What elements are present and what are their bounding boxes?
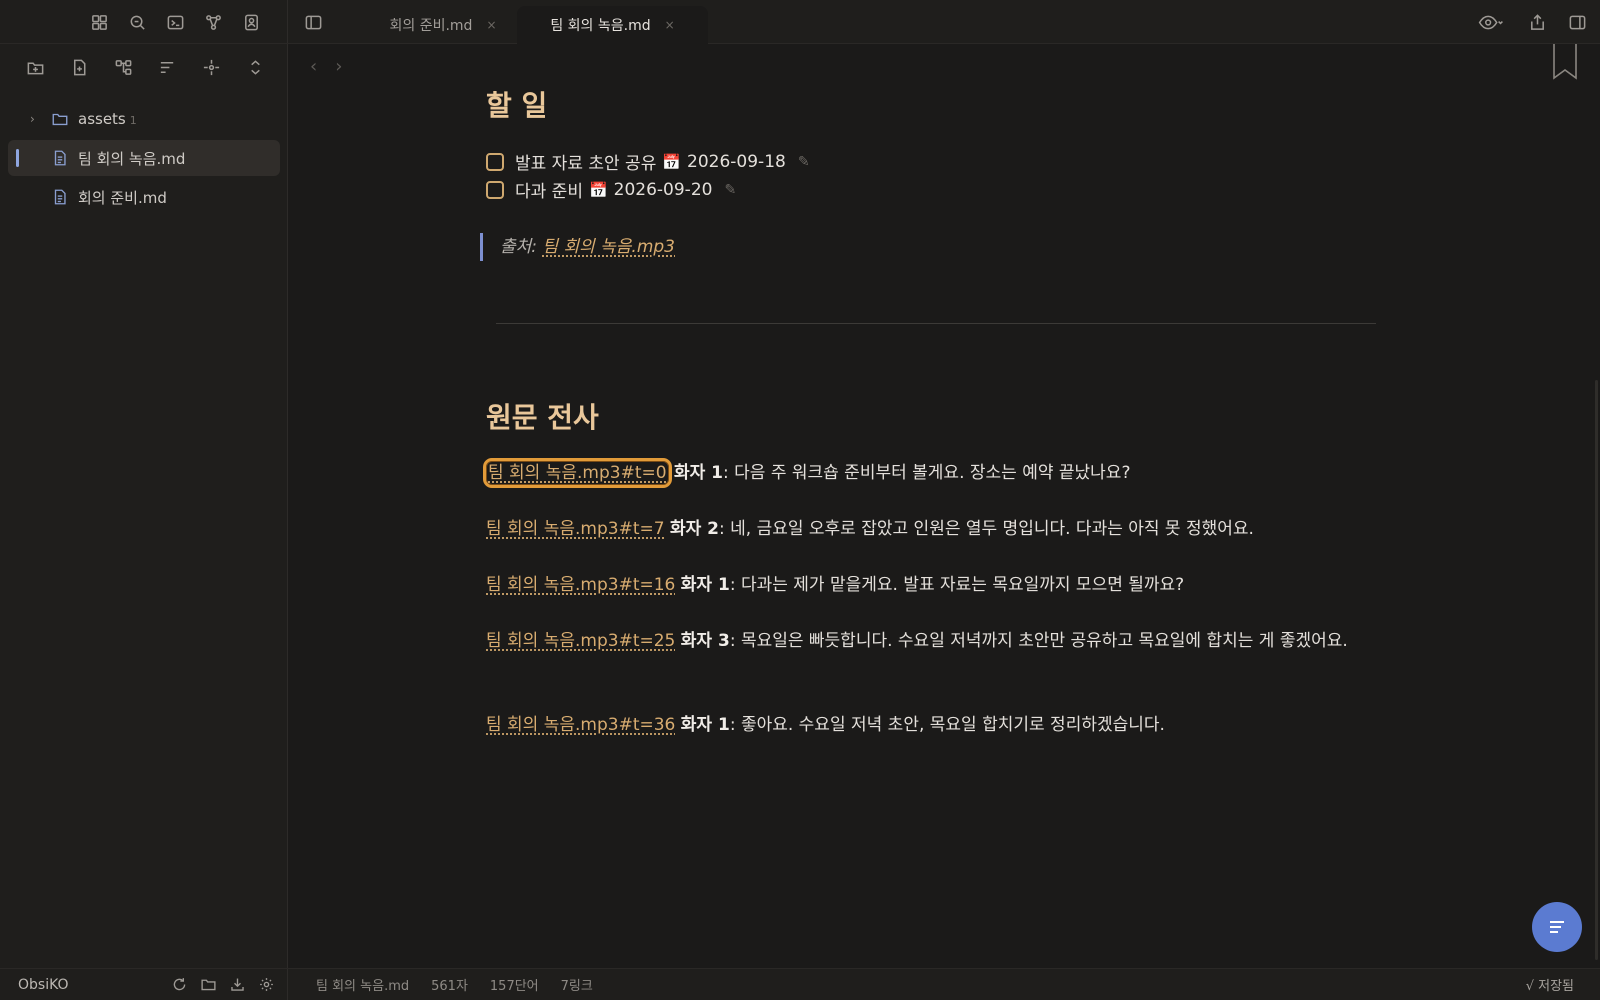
task-date: 2026-09-20 <box>613 179 713 200</box>
tab-label: 팀 회의 녹음.md <box>550 18 651 34</box>
speaker-label: 화자 3 <box>680 631 730 651</box>
source-blockquote: 출처: 팀 회의 녹음.mp3 <box>480 233 675 261</box>
refresh-icon[interactable] <box>169 975 189 995</box>
edit-icon[interactable]: ✎ <box>798 154 810 170</box>
task-date: 2026-09-18 <box>687 151 786 172</box>
tree-item-label: 팀 회의 녹음.md <box>78 149 186 168</box>
utterance-text: : 목요일은 빠듯합니다. 수요일 저녁까지 초안만 공유하고 목요일에 합치는… <box>729 631 1348 651</box>
back-arrow-icon[interactable]: ‹ <box>310 56 317 77</box>
editor-pane: 회의 준비.md × 팀 회의 녹음.md × ‹ › 할 일 발표 자료 초안… <box>288 0 1600 1000</box>
status-word-count: 157단어 <box>489 979 539 994</box>
task-checkbox[interactable] <box>486 180 504 199</box>
right-sidebar-toggle-icon[interactable] <box>1566 11 1588 33</box>
tree-item-meeting-recording[interactable]: 팀 회의 녹음.md <box>8 140 280 176</box>
timestamp-link[interactable]: 팀 회의 녹음.mp3#t=0 <box>483 458 672 488</box>
sidebar-footer: ObsiKO <box>0 968 288 1000</box>
tab-meeting-prep[interactable]: 회의 준비.md × <box>358 6 528 44</box>
utterance-text: : 네, 금요일 오후로 잡았고 인원은 열두 명입니다. 다과는 아직 못 정… <box>719 519 1254 539</box>
collapse-icon[interactable] <box>244 56 266 78</box>
status-char-count: 561자 <box>431 979 468 994</box>
scrollbar[interactable] <box>1595 380 1598 960</box>
share-icon[interactable] <box>1526 11 1548 33</box>
search-icon[interactable] <box>126 11 148 33</box>
download-icon[interactable] <box>227 975 247 995</box>
tree-icon[interactable] <box>112 56 134 78</box>
transcript-line: 팀 회의 녹음.mp3#t=25 화자 3: 목요일은 빠듯합니다. 수요일 저… <box>486 627 1386 655</box>
bookmark-icon[interactable] <box>1552 44 1578 84</box>
sidebar-toggle-icon[interactable] <box>302 11 324 33</box>
utterance-text: : 좋아요. 수요일 저녁 초안, 목요일 합치기로 정리하겠습니다. <box>729 715 1165 735</box>
calendar-icon: 📅 <box>588 180 608 199</box>
terminal-icon[interactable] <box>164 11 186 33</box>
utterance-text: : 다과는 제가 맡을게요. 발표 자료는 목요일까지 모으면 될까요? <box>729 575 1185 595</box>
calendar-icon: 📅 <box>662 152 682 171</box>
divider <box>496 323 1376 324</box>
transcript-line: 팀 회의 녹음.mp3#t=36 화자 1: 좋아요. 수요일 저녁 초안, 목… <box>486 711 1386 739</box>
task-text: 다과 준비 <box>515 182 583 202</box>
status-filename: 팀 회의 녹음.md <box>316 979 410 994</box>
forward-arrow-icon[interactable]: › <box>335 56 342 77</box>
source-audio-link[interactable]: 팀 회의 녹음.mp3 <box>542 237 675 257</box>
tab-bar: 회의 준비.md × 팀 회의 녹음.md × <box>288 0 1600 44</box>
tree-item-assets[interactable]: › assets 1 <box>8 101 280 137</box>
focus-icon[interactable] <box>200 56 222 78</box>
speaker-label: 화자 1 <box>680 715 730 735</box>
timestamp-link[interactable]: 팀 회의 녹음.mp3#t=25 <box>486 631 675 651</box>
new-note-icon[interactable] <box>68 56 90 78</box>
reading-view-icon[interactable] <box>1474 11 1508 33</box>
close-icon[interactable]: × <box>486 18 496 32</box>
outline-button[interactable] <box>1532 902 1582 952</box>
vault-name[interactable]: ObsiKO <box>18 977 69 993</box>
tree-item-meeting-prep[interactable]: 회의 준비.md <box>8 179 280 215</box>
task-item: 발표 자료 초안 공유 📅 2026-09-18 ✎ <box>486 149 810 174</box>
timestamp-link[interactable]: 팀 회의 녹음.mp3#t=16 <box>486 575 675 595</box>
quote-prefix: 출처: <box>500 237 538 257</box>
transcript-heading: 원문 전사 <box>486 401 599 434</box>
transcript-line: 팀 회의 녹음.mp3#t=16 화자 1: 다과는 제가 맡을게요. 발표 자… <box>486 571 1386 599</box>
edit-icon[interactable]: ✎ <box>724 182 736 198</box>
task-checkbox[interactable] <box>486 152 504 171</box>
status-bar: 팀 회의 녹음.md 561자 157단어 7링크 √ 저장됨 <box>288 968 1600 1000</box>
grid-icon[interactable] <box>88 11 110 33</box>
file-icon <box>51 188 69 206</box>
tree-item-label: 회의 준비.md <box>78 188 167 207</box>
close-icon[interactable]: × <box>665 18 675 32</box>
folder-icon[interactable] <box>198 975 218 995</box>
status-link-count: 7링크 <box>560 979 593 994</box>
speaker-label: 화자 1 <box>673 463 723 483</box>
settings-icon[interactable] <box>256 975 276 995</box>
todo-heading: 할 일 <box>486 89 548 122</box>
app-window: › assets 1 팀 회의 녹음.md 회의 준비.md ObsiKO 회의… <box>0 0 1600 1000</box>
save-status: √ 저장됨 <box>1525 979 1574 994</box>
folder-icon <box>51 110 69 128</box>
sidebar-ribbon <box>0 0 288 44</box>
timestamp-link[interactable]: 팀 회의 녹음.mp3#t=36 <box>486 715 675 735</box>
chevron-right-icon[interactable]: › <box>30 112 35 126</box>
file-explorer-toolbar <box>24 56 266 78</box>
file-tree: › assets 1 팀 회의 녹음.md 회의 준비.md <box>8 101 280 218</box>
tree-item-label: assets <box>78 110 126 128</box>
graph-icon[interactable] <box>202 11 224 33</box>
speaker-label: 화자 1 <box>680 575 730 595</box>
list-icon <box>1550 921 1564 933</box>
file-icon <box>51 149 69 167</box>
transcript-line: 팀 회의 녹음.mp3#t=0 화자 1: 다음 주 워크숍 준비부터 볼게요.… <box>483 458 1386 488</box>
contact-icon[interactable] <box>240 11 262 33</box>
task-text: 발표 자료 초안 공유 <box>515 154 657 174</box>
task-item: 다과 준비 📅 2026-09-20 ✎ <box>486 177 736 202</box>
navigation-arrows: ‹ › <box>310 56 342 77</box>
tab-meeting-recording[interactable]: 팀 회의 녹음.md × <box>517 6 708 44</box>
new-folder-icon[interactable] <box>24 56 46 78</box>
speaker-label: 화자 2 <box>669 519 719 539</box>
timestamp-link[interactable]: 팀 회의 녹음.mp3#t=7 <box>486 519 665 539</box>
sort-icon[interactable] <box>156 56 178 78</box>
tab-label: 회의 준비.md <box>389 18 473 34</box>
left-sidebar: › assets 1 팀 회의 녹음.md 회의 준비.md ObsiKO <box>0 0 288 1000</box>
utterance-text: : 다음 주 워크숍 준비부터 볼게요. 장소는 예약 끝났나요? <box>723 463 1131 483</box>
active-indicator <box>16 149 19 167</box>
tree-item-count: 1 <box>129 114 137 127</box>
transcript-line: 팀 회의 녹음.mp3#t=7 화자 2: 네, 금요일 오후로 잡았고 인원은… <box>486 515 1386 543</box>
